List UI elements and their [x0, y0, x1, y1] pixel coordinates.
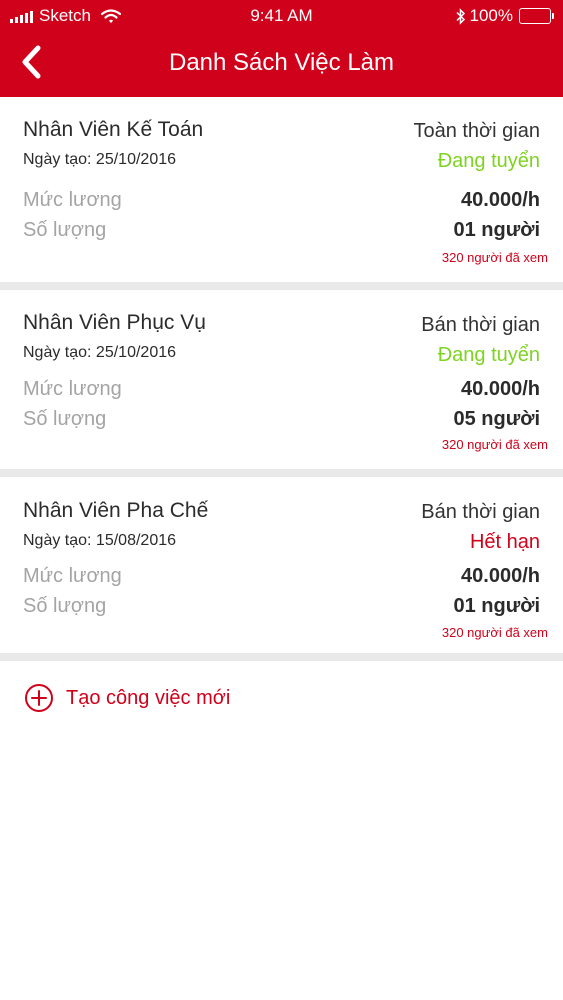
quantity-label: Số lượng: [23, 408, 107, 430]
status-right: 100%: [455, 6, 554, 26]
page-title: Danh Sách Việc Làm: [168, 49, 395, 76]
salary-label: Mức lương: [23, 378, 122, 400]
job-created-date: Ngày tạo: 25/10/2016: [23, 344, 177, 361]
job-title: Nhân Viên Pha Chế: [23, 499, 209, 522]
salary-label: Mức lương: [23, 565, 122, 587]
quantity-label: Số lượng: [23, 219, 107, 241]
job-status: Đang tuyển: [437, 344, 540, 366]
salary-value: 40.000/h: [461, 378, 540, 400]
battery-icon: [519, 8, 554, 24]
salary-value: 40.000/h: [461, 565, 540, 587]
job-type: Bán thời gian: [421, 314, 540, 336]
quantity-label: Số lượng: [23, 595, 107, 617]
plus-circle-icon: [25, 684, 53, 712]
job-status: Đang tuyển: [437, 150, 540, 172]
salary-label: Mức lương: [23, 189, 122, 211]
job-status: Hết hạn: [469, 531, 540, 553]
job-type: Bán thời gian: [421, 501, 540, 523]
salary-value: 40.000/h: [461, 189, 540, 211]
create-job-button[interactable]: Tạo công việc mới: [24, 683, 230, 713]
view-count: 320 người đã xem: [441, 437, 548, 452]
job-created-date: Ngày tạo: 15/08/2016: [23, 532, 177, 549]
quantity-value: 01 người: [453, 595, 541, 617]
job-card[interactable]: Nhân Viên Pha Chế Ngày tạo: 15/08/2016 B…: [0, 477, 563, 661]
view-count: 320 người đã xem: [441, 625, 548, 640]
create-job-label: Tạo công việc mới: [66, 686, 231, 709]
job-list: Nhân Viên Kế Toán Ngày tạo: 25/10/2016 T…: [0, 97, 563, 661]
battery-percent: 100%: [469, 6, 513, 25]
app-header: Sketch 9:41 AM 100% Danh Sách Việc Làm: [0, 0, 563, 97]
job-card[interactable]: Nhân Viên Kế Toán Ngày tạo: 25/10/2016 T…: [0, 97, 563, 290]
quantity-value: 05 người: [453, 408, 541, 430]
job-title: Nhân Viên Phục Vụ: [23, 311, 206, 334]
view-count: 320 người đã xem: [441, 250, 548, 265]
job-type: Toàn thời gian: [413, 120, 540, 142]
job-card[interactable]: Nhân Viên Phục Vụ Ngày tạo: 25/10/2016 B…: [0, 290, 563, 477]
quantity-value: 01 người: [453, 219, 541, 241]
bluetooth-icon: [455, 7, 465, 25]
job-title: Nhân Viên Kế Toán: [23, 118, 204, 141]
status-bar: Sketch 9:41 AM 100%: [0, 0, 563, 32]
job-created-date: Ngày tạo: 25/10/2016: [23, 151, 177, 168]
